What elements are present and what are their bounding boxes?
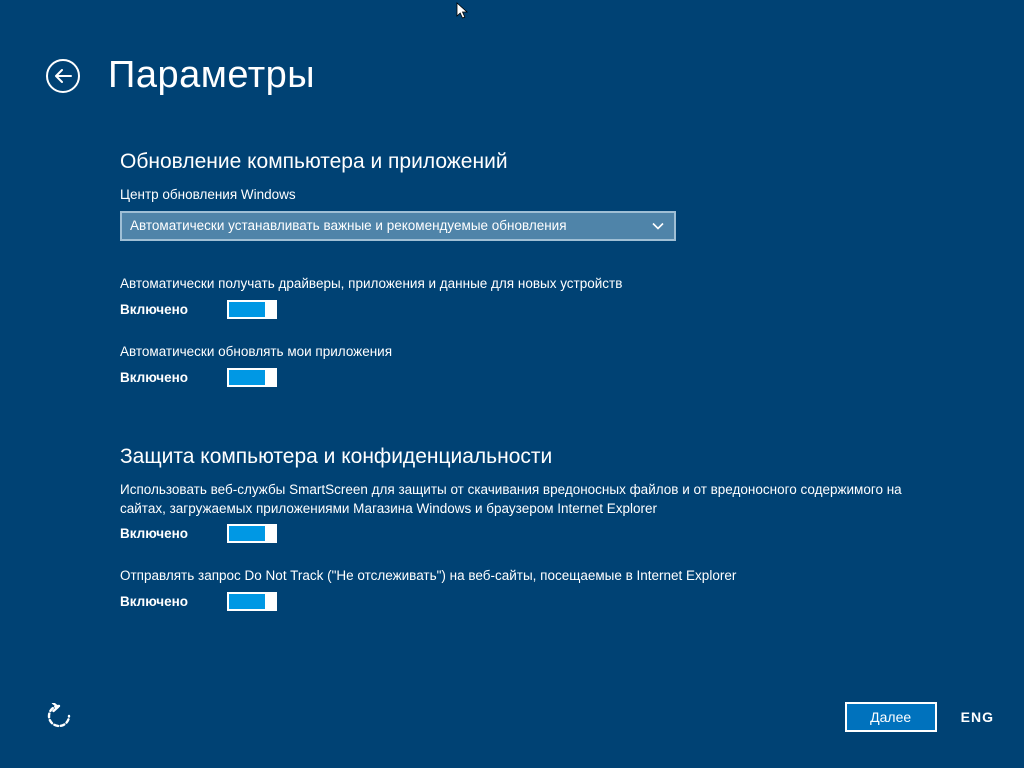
next-button-label: Далее <box>870 709 911 725</box>
ease-of-access-icon <box>46 718 74 735</box>
ease-of-access-button[interactable] <box>46 703 74 731</box>
auto-apps-label: Автоматически обновлять мои приложения <box>120 343 940 362</box>
smartscreen-toggle[interactable] <box>227 524 277 543</box>
page-title: Параметры <box>108 54 315 97</box>
smartscreen-label: Использовать веб-службы SmartScreen для … <box>120 481 940 519</box>
dnt-status: Включено <box>120 594 188 609</box>
dropdown-selected-value: Автоматически устанавливать важные и рек… <box>130 218 567 233</box>
section-heading-update: Обновление компьютера и приложений <box>120 150 940 174</box>
section-heading-privacy: Защита компьютера и конфиденциальности <box>120 445 940 469</box>
auto-drivers-label: Автоматически получать драйверы, приложе… <box>120 275 940 294</box>
dnt-toggle[interactable] <box>227 592 277 611</box>
auto-apps-status: Включено <box>120 370 188 385</box>
chevron-down-icon <box>652 222 664 229</box>
auto-drivers-status: Включено <box>120 302 188 317</box>
auto-drivers-toggle[interactable] <box>227 300 277 319</box>
settings-content: Обновление компьютера и приложений Центр… <box>120 150 940 635</box>
back-button[interactable] <box>46 59 80 93</box>
mouse-cursor-icon <box>456 2 470 25</box>
windows-update-dropdown[interactable]: Автоматически устанавливать важные и рек… <box>120 211 676 241</box>
auto-apps-toggle[interactable] <box>227 368 277 387</box>
dnt-label: Отправлять запрос Do Not Track ("Не отсл… <box>120 567 940 586</box>
windows-update-label: Центр обновления Windows <box>120 186 940 205</box>
arrow-left-icon <box>54 69 72 83</box>
language-indicator[interactable]: ENG <box>961 709 994 725</box>
next-button[interactable]: Далее <box>845 702 937 732</box>
smartscreen-status: Включено <box>120 526 188 541</box>
